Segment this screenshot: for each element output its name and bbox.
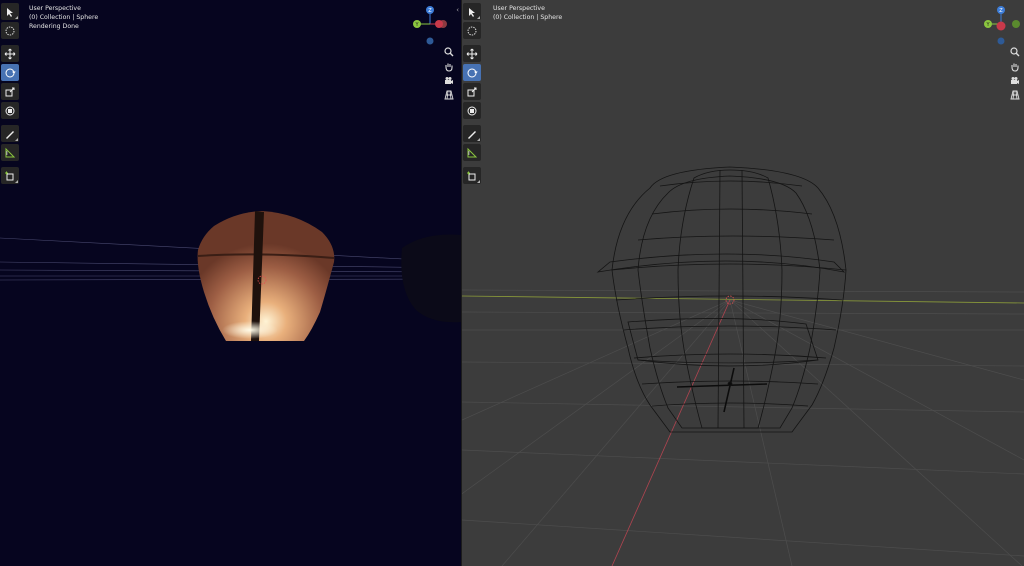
- scale-icon: [5, 87, 15, 96]
- x-axis-icon[interactable]: [435, 20, 443, 28]
- rotate-tool[interactable]: [1, 64, 19, 81]
- z-axis-label: Z: [999, 8, 1003, 14]
- ruler-icon: [467, 147, 478, 157]
- tool-shelf-left: [1, 3, 21, 186]
- neg-z-axis-icon[interactable]: [997, 37, 1005, 45]
- cursor-tool[interactable]: [1, 22, 19, 39]
- camera-button[interactable]: [442, 74, 456, 87]
- collection-label: (0) Collection | Sphere: [493, 14, 563, 21]
- transform-icon: [467, 106, 477, 115]
- transform-tool[interactable]: [1, 102, 19, 119]
- transform-tool[interactable]: [463, 102, 481, 119]
- camera-icon: [445, 76, 453, 84]
- hand-icon: [1011, 63, 1019, 72]
- sky-lantern: [197, 211, 335, 341]
- camera-button[interactable]: [1008, 74, 1022, 87]
- move-arrows-icon: [466, 48, 478, 59]
- pencil-icon: [468, 130, 476, 139]
- cursor-tool[interactable]: [463, 22, 481, 39]
- rotate-icon: [5, 68, 16, 77]
- tool-shelf-right: [463, 3, 483, 186]
- viewport-rendered[interactable]: User Perspective (0) Collection | Sphere…: [0, 0, 461, 566]
- measure-tool[interactable]: [463, 144, 481, 161]
- neg-z-axis-icon[interactable]: [426, 37, 434, 45]
- 3d-cursor-icon: [5, 26, 15, 35]
- rotate-tool[interactable]: [463, 64, 481, 81]
- viewport-info-left: User Perspective (0) Collection | Sphere…: [29, 4, 98, 31]
- scale-tool[interactable]: [463, 83, 481, 100]
- perspective-button[interactable]: [1008, 88, 1022, 101]
- 3d-cursor-icon: [467, 26, 477, 35]
- y-axis-line: [611, 299, 731, 566]
- annotate-tool[interactable]: [1, 125, 19, 142]
- view-name: User Perspective: [493, 5, 545, 12]
- transform-icon: [5, 106, 15, 115]
- zoom-icon: [444, 46, 454, 56]
- z-axis-label: Z: [428, 8, 432, 14]
- render-status: Rendering Done: [29, 23, 79, 30]
- zoom-button[interactable]: [1008, 45, 1022, 58]
- navigation-gizmo-right[interactable]: Z Y: [984, 4, 1024, 48]
- cursor-arrow-icon: [7, 7, 13, 17]
- rotate-icon: [467, 68, 478, 77]
- x-axis-icon[interactable]: [996, 21, 1006, 31]
- zoom-icon: [1010, 46, 1020, 56]
- add-cube-tool[interactable]: [463, 167, 481, 184]
- zoom-button[interactable]: [442, 45, 456, 58]
- neg-y-axis-icon[interactable]: [1012, 20, 1020, 28]
- hand-icon: [445, 63, 453, 72]
- move-tool[interactable]: [1, 45, 19, 62]
- grid-icon: [444, 90, 454, 99]
- add-cube-icon: [467, 171, 476, 180]
- pan-button[interactable]: [442, 60, 456, 73]
- ruler-icon: [5, 147, 16, 157]
- viewport-info-right: User Perspective (0) Collection | Sphere: [493, 4, 562, 22]
- viewport-wireframe[interactable]: User Perspective (0) Collection | Sphere…: [462, 0, 1024, 566]
- pan-button[interactable]: [1008, 60, 1022, 73]
- rendered-scene: [0, 211, 461, 341]
- collection-label: (0) Collection | Sphere: [29, 14, 99, 21]
- annotate-tool[interactable]: [463, 125, 481, 142]
- measure-tool[interactable]: [1, 144, 19, 161]
- wireframe-scene: [462, 166, 1024, 566]
- background-object: [401, 234, 461, 323]
- perspective-button[interactable]: [442, 88, 456, 101]
- cursor-arrow-icon: [469, 7, 475, 17]
- scale-icon: [467, 87, 477, 96]
- add-cube-icon: [5, 171, 14, 180]
- move-tool[interactable]: [463, 45, 481, 62]
- scale-tool[interactable]: [1, 83, 19, 100]
- view-name: User Perspective: [29, 5, 81, 12]
- navigation-gizmo-left[interactable]: Z Y: [413, 4, 453, 48]
- select-box-tool[interactable]: [1, 3, 19, 20]
- grid-icon: [1010, 90, 1020, 99]
- camera-icon: [1011, 76, 1019, 84]
- move-arrows-icon: [4, 48, 16, 59]
- pencil-icon: [6, 130, 14, 139]
- sidebar-toggle-icon[interactable]: ‹: [456, 6, 459, 14]
- add-cube-tool[interactable]: [1, 167, 19, 184]
- select-box-tool[interactable]: [463, 3, 481, 20]
